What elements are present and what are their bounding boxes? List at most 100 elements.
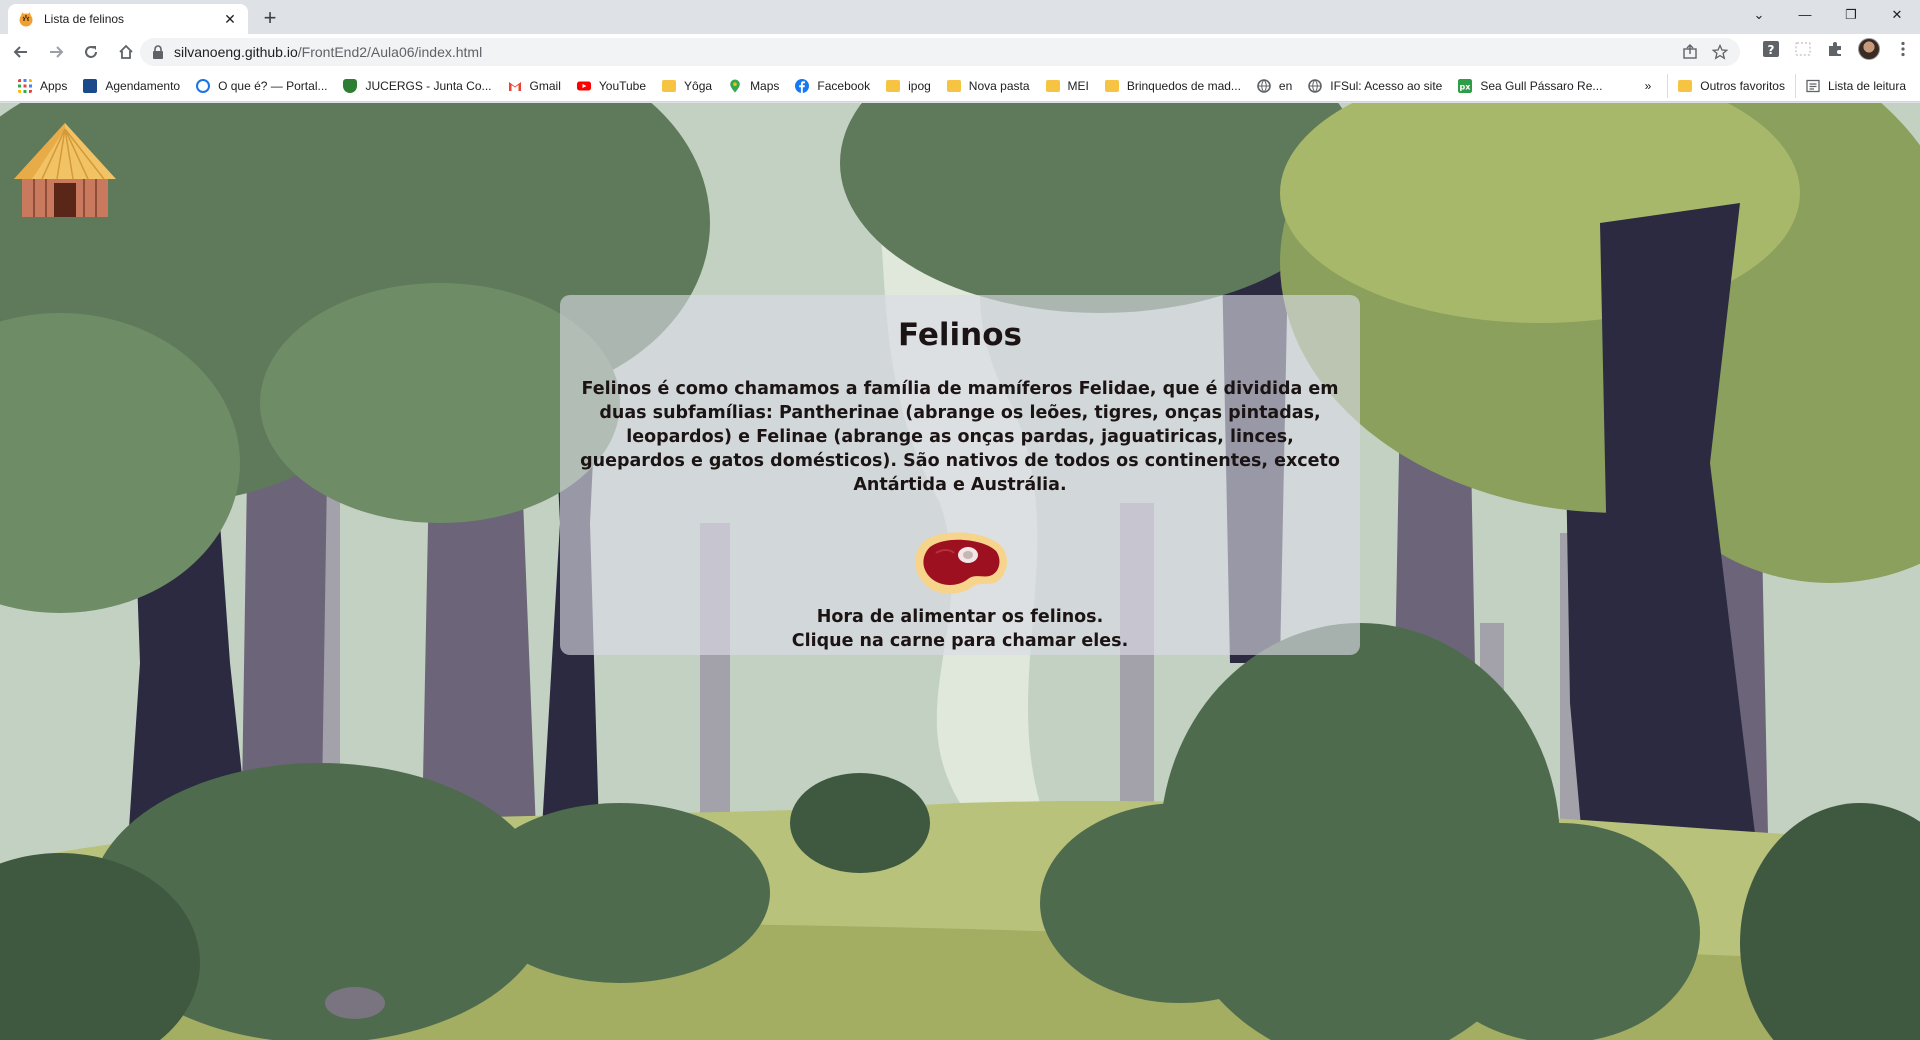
- gmail-icon: [508, 81, 521, 91]
- url-path: /FrontEnd2/Aula06/index.html: [297, 44, 483, 60]
- home-icon: [119, 44, 133, 59]
- tab-close-icon[interactable]: ✕: [222, 11, 238, 27]
- bookmark-folder-nova-pasta[interactable]: Nova pasta: [941, 74, 1036, 98]
- feed-hint-line-1: Hora de alimentar os felinos.: [816, 607, 1104, 627]
- hut-home-icon[interactable]: [12, 121, 118, 221]
- lock-icon[interactable]: [152, 45, 164, 59]
- arrow-right-icon: [50, 46, 64, 58]
- bookmark-label: Lista de leitura: [1827, 79, 1906, 93]
- bookmark-label: Brinquedos de mad...: [1126, 78, 1241, 93]
- tiger-favicon-icon: [19, 12, 33, 27]
- home-button[interactable]: [112, 38, 140, 66]
- px-icon: px: [1458, 78, 1473, 93]
- bookmark-folder-ipog[interactable]: ipog: [880, 74, 937, 98]
- bookmark-label: Yôga: [684, 78, 713, 93]
- bookmark-label: JUCERGS - Junta Co...: [365, 78, 492, 93]
- share-icon[interactable]: [1682, 44, 1698, 60]
- puzzle-extensions-icon[interactable]: [1826, 40, 1844, 58]
- folder-icon: [1104, 79, 1119, 92]
- svg-text:?: ?: [1768, 43, 1775, 57]
- star-icon[interactable]: [1712, 44, 1728, 60]
- bookmark-folder-yoga[interactable]: Yôga: [656, 74, 718, 98]
- folder-icon: [1678, 80, 1693, 92]
- browser-tab-active[interactable]: Lista de felinos ✕: [8, 4, 248, 34]
- bookmark-en[interactable]: en: [1251, 74, 1298, 98]
- profile-avatar[interactable]: [1858, 38, 1880, 60]
- bookmark-label: O que é? — Portal...: [218, 78, 328, 93]
- bookmarks-bar: Apps Agendamento O que é? — Portal... JU…: [0, 70, 1920, 102]
- bookmark-label: Facebook: [817, 78, 871, 93]
- reload-button[interactable]: [77, 38, 105, 66]
- restore-button[interactable]: ❐: [1828, 0, 1874, 30]
- bookmark-youtube[interactable]: YouTube: [571, 74, 652, 98]
- maps-pin-icon: [730, 79, 740, 92]
- bookmark-ifsul[interactable]: IFSul: Acesso ao site: [1302, 74, 1448, 98]
- page-viewport: Felinos Felinos é como chamamos a famíli…: [0, 103, 1920, 1040]
- reading-list-icon: [1806, 79, 1820, 93]
- bookmark-agendamento[interactable]: Agendamento: [77, 74, 186, 98]
- page-title: Felinos: [897, 317, 1022, 353]
- bookmark-label: ipog: [908, 78, 931, 93]
- facebook-icon: [795, 78, 810, 93]
- bookmarks-right: » Outros favoritos Lista de leitura: [1639, 70, 1920, 102]
- tab-strip: Lista de felinos ✕ + ⌄ — ❐ ✕: [0, 0, 1920, 34]
- bookmark-label: Apps: [40, 78, 68, 93]
- folder-icon: [662, 79, 677, 92]
- chevron-double-right-icon: »: [1644, 79, 1652, 93]
- bookmark-label: MEI: [1067, 78, 1089, 93]
- bookmark-facebook[interactable]: Facebook: [789, 74, 876, 98]
- bookmark-label: Outros favoritos: [1700, 79, 1785, 93]
- reading-list-button[interactable]: Lista de leitura: [1794, 74, 1912, 98]
- folder-icon: [946, 79, 961, 92]
- bookmark-label: Agendamento: [105, 78, 181, 93]
- youtube-icon: [576, 81, 591, 90]
- globe-icon: [1257, 78, 1271, 93]
- tab-search-icon[interactable]: ⌄: [1736, 0, 1782, 30]
- bookmark-folder-mei[interactable]: MEI: [1040, 74, 1095, 98]
- extension-help-icon[interactable]: ?: [1762, 40, 1780, 58]
- bookmark-label: Maps: [750, 78, 780, 93]
- bookmarks-overflow-button[interactable]: »: [1639, 74, 1658, 98]
- toolbar-right-actions: ?: [1762, 38, 1912, 60]
- meat-steak-icon[interactable]: [910, 531, 1010, 597]
- extension-screenshot-icon[interactable]: [1794, 40, 1812, 58]
- globe-icon: [1308, 78, 1323, 93]
- info-card: Felinos Felinos é como chamamos a famíli…: [560, 295, 1360, 655]
- felinos-description: Felinos é como chamamos a família de mam…: [580, 379, 1340, 495]
- bookmark-maps[interactable]: Maps: [722, 74, 785, 98]
- arrow-left-icon: [13, 46, 27, 58]
- bookmark-apps[interactable]: Apps: [12, 74, 73, 98]
- new-tab-button[interactable]: +: [256, 5, 284, 33]
- back-button[interactable]: [7, 38, 35, 66]
- bookmark-label: YouTube: [598, 78, 647, 93]
- bookmark-sea-gull[interactable]: px Sea Gull Pássaro Re...: [1452, 74, 1608, 98]
- folder-icon: [886, 79, 901, 92]
- agendamento-icon: [83, 78, 98, 93]
- url-text[interactable]: silvanoeng.github.io/FrontEnd2/Aula06/in…: [174, 44, 482, 60]
- bookmark-outros-favoritos[interactable]: Outros favoritos: [1667, 74, 1791, 98]
- url-host: silvanoeng.github.io: [174, 44, 298, 60]
- forward-button[interactable]: [42, 38, 70, 66]
- kebab-menu-icon[interactable]: [1894, 40, 1912, 58]
- browser-toolbar: silvanoeng.github.io/FrontEnd2/Aula06/in…: [0, 34, 1920, 70]
- bookmark-label: Sea Gull Pássaro Re...: [1480, 78, 1603, 93]
- bookmark-jucergs[interactable]: JUCERGS - Junta Co...: [337, 74, 497, 98]
- bookmark-portal[interactable]: O que é? — Portal...: [190, 74, 333, 98]
- feed-hint-line-2: Clique na carne para chamar eles.: [791, 631, 1129, 651]
- bookmark-label: Gmail: [529, 78, 561, 93]
- close-window-button[interactable]: ✕: [1874, 0, 1920, 30]
- bookmark-label: Nova pasta: [968, 78, 1030, 93]
- bookmark-label: IFSul: Acesso ao site: [1330, 78, 1443, 93]
- svg-text:px: px: [1460, 82, 1472, 91]
- bookmark-folder-brinquedos[interactable]: Brinquedos de mad...: [1099, 74, 1247, 98]
- address-bar[interactable]: silvanoeng.github.io/FrontEnd2/Aula06/in…: [140, 38, 1740, 66]
- apps-grid-icon: [18, 78, 32, 93]
- jucergs-icon: [343, 78, 358, 93]
- folder-icon: [1045, 79, 1060, 92]
- minimize-button[interactable]: —: [1782, 0, 1828, 30]
- bookmark-gmail[interactable]: Gmail: [502, 74, 567, 98]
- bookmark-label: en: [1278, 78, 1293, 93]
- tab-title: Lista de felinos: [44, 12, 125, 26]
- portal-icon: [196, 78, 211, 93]
- reload-icon: [85, 46, 97, 58]
